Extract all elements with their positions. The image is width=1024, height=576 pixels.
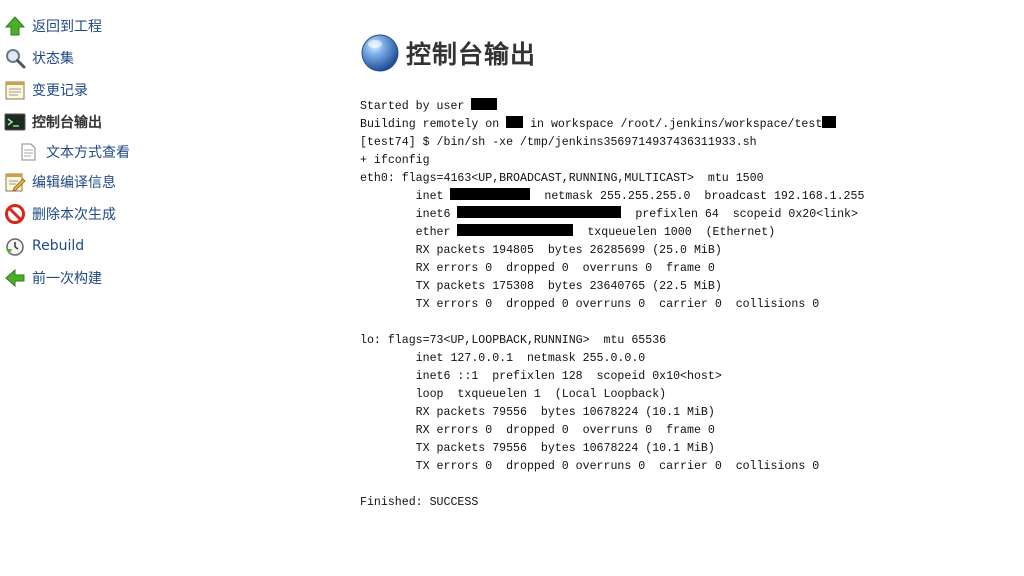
redacted-ip [450,188,531,200]
redacted-node [506,116,524,128]
sidebar-item-changes[interactable]: 变更记录 [0,74,300,106]
magnifier-icon [4,47,26,69]
main-panel: 控制台输出 Started by user Building remotely … [360,30,1000,512]
sidebar-item-status[interactable]: 状态集 [0,42,300,74]
console-line-eth0-header: eth0: flags=4163<UP,BROADCAST,RUNNING,MU… [360,172,764,185]
sidebar-item-back-to-project[interactable]: 返回到工程 [0,10,300,42]
console-line-lo-rx-packets: RX packets 79556 bytes 10678224 (10.1 Mi… [360,406,715,419]
sidebar-item-label: 删除本次生成 [32,207,116,223]
console-line-lo-inet6: inet6 ::1 prefixlen 128 scopeid 0x10<hos… [360,370,722,383]
console-line-eth0-inet6: inet6 prefixlen 64 scopeid 0x20<link> [360,206,858,221]
sidebar-item-console-output[interactable]: 控制台输出 [0,106,300,138]
sidebar-item-label: Rebuild [32,238,85,254]
left-arrow-icon [4,267,26,289]
console-line-eth0-tx-errors: TX errors 0 dropped 0 overruns 0 carrier… [360,298,820,311]
redacted-job [822,116,837,128]
console-line-command: [test74] $ /bin/sh -xe /tmp/jenkins35697… [360,136,757,149]
console-line-building: Building remotely on in workspace /root/… [360,116,837,131]
notepad-icon [4,79,26,101]
console-line-eth0-ether: ether txqueuelen 1000 (Ethernet) [360,224,776,239]
sidebar-item-edit-build-info[interactable]: 编辑编译信息 [0,166,300,198]
console-globe-icon [360,33,400,73]
terminal-icon [4,111,26,133]
notepad-pencil-icon [4,171,26,193]
sidebar-item-rebuild[interactable]: Rebuild [0,230,300,262]
console-line-eth0-inet: inet netmask 255.255.255.0 broadcast 192… [360,188,865,203]
console-line-started: Started by user [360,98,498,113]
page-header: 控制台输出 [360,30,1000,76]
console-line-lo-header: lo: flags=73<UP,LOOPBACK,RUNNING> mtu 65… [360,334,667,347]
console-line-ifconfig: + ifconfig [360,154,430,167]
console-line-eth0-rx-packets: RX packets 194805 bytes 26285699 (25.0 M… [360,244,722,257]
sidebar-item-label: 变更记录 [32,83,88,99]
clock-arrow-icon [4,235,26,257]
console-line-lo-inet: inet 127.0.0.1 netmask 255.0.0.0 [360,352,646,365]
sidebar-item-label: 编辑编译信息 [32,175,116,191]
sidebar-item-previous-build[interactable]: 前一次构建 [0,262,300,294]
up-arrow-icon [4,15,26,37]
redacted-username [471,98,498,110]
sidebar-item-label: 前一次构建 [32,271,102,287]
document-icon [18,142,38,162]
no-entry-icon [4,203,26,225]
sidebar-item-delete-build[interactable]: 删除本次生成 [0,198,300,230]
page-title: 控制台输出 [406,40,537,69]
sidebar-item-view-as-plain-text[interactable]: 文本方式查看 [0,138,300,166]
console-line-lo-loop: loop txqueuelen 1 (Local Loopback) [360,388,667,401]
sidebar: 返回到工程 状态集 变更记录 控制台输出 文本方式查看 编辑编译信息 删除本次生… [0,10,300,294]
redacted-ipv6 [457,206,622,218]
console-line-finished: Finished: SUCCESS [360,496,479,509]
sidebar-item-label: 控制台输出 [32,115,102,131]
console-line-eth0-tx-packets: TX packets 175308 bytes 23640765 (22.5 M… [360,280,722,293]
console-line-lo-tx-packets: TX packets 79556 bytes 10678224 (10.1 Mi… [360,442,715,455]
sidebar-item-label: 状态集 [32,51,74,67]
sidebar-item-label: 文本方式查看 [46,145,130,161]
console-output: Started by user Building remotely on in … [360,98,1000,512]
redacted-mac [457,224,574,236]
sidebar-item-label: 返回到工程 [32,19,102,35]
console-line-lo-tx-errors: TX errors 0 dropped 0 overruns 0 carrier… [360,460,820,473]
console-line-eth0-rx-errors: RX errors 0 dropped 0 overruns 0 frame 0 [360,262,715,275]
console-line-lo-rx-errors: RX errors 0 dropped 0 overruns 0 frame 0 [360,424,715,437]
